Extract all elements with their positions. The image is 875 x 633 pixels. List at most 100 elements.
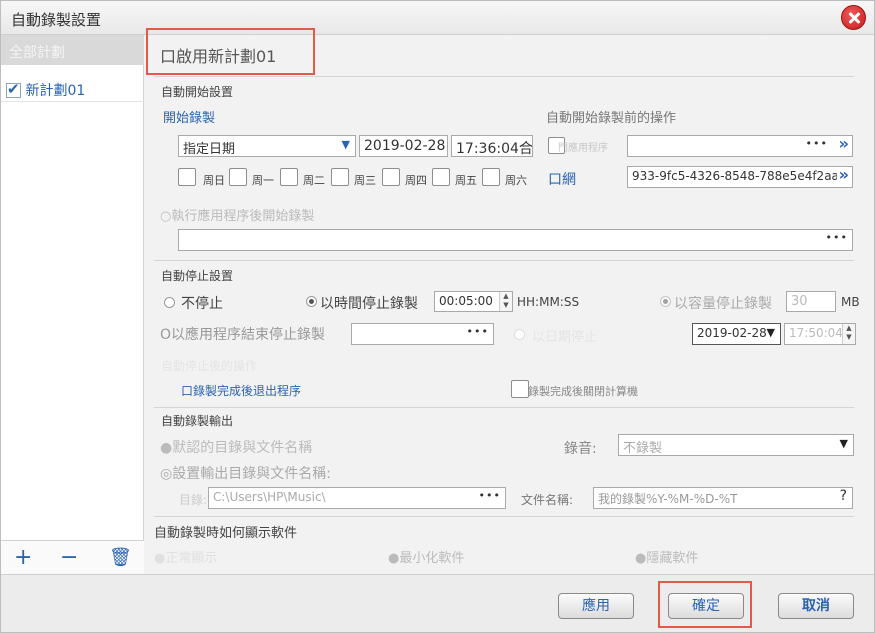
divider: [154, 76, 854, 77]
weekday-checkbox-mon[interactable]: [229, 168, 247, 186]
stop-date-field[interactable]: 2019-02-28 ▼: [692, 323, 781, 345]
weekday-label: 周五: [455, 174, 477, 187]
dir-label: 目錄:: [179, 493, 208, 507]
stop-by-time-label: 以時間停止錄製: [320, 296, 418, 312]
no-stop-radio[interactable]: [164, 297, 175, 308]
duration-field[interactable]: 00:05:00 ▲ ▼: [434, 291, 513, 312]
settings-panel: 口啟用新計劃01 自動開始設置 開始錄製 自動開始錄製前的操作 指定日期 ▼ 2…: [144, 35, 874, 574]
close-icon[interactable]: [841, 5, 866, 30]
no-stop-label: 不停止: [181, 296, 223, 312]
divider: [154, 407, 854, 408]
chevron-down-icon: ▼: [341, 138, 350, 151]
stop-time-value: 17:50:04: [789, 326, 843, 340]
weekday-checkbox-sat[interactable]: [482, 168, 500, 186]
display-minimize-radio[interactable]: ●最小化軟件: [388, 547, 464, 566]
dir-field[interactable]: C:\Users\HP\Music\ •••: [208, 487, 506, 509]
stop-app-path-field[interactable]: •••: [351, 323, 494, 345]
remove-icon[interactable]: −: [60, 545, 78, 571]
weekday-checkbox-thu[interactable]: [382, 168, 400, 186]
pre-action-label: 自動開始錄製前的操作: [546, 111, 677, 126]
app-label: 門應用程序: [558, 143, 608, 154]
stop-by-date-label: 以日期停止: [532, 330, 598, 345]
browse-dots-icon[interactable]: •••: [467, 325, 489, 338]
size-field[interactable]: 30: [786, 291, 836, 312]
stop-by-date-radio[interactable]: [514, 329, 525, 340]
dir-value: C:\Users\HP\Music\: [213, 490, 326, 504]
double-chevron-right-icon[interactable]: »: [839, 136, 849, 153]
after-stop-label: 自動停止後的操作: [161, 359, 258, 373]
display-section-title: 自動錄製時如何顯示軟件: [154, 526, 298, 541]
cancel-button[interactable]: 取消: [778, 593, 854, 619]
stop-date-value: 2019-02-28: [697, 326, 767, 340]
browse-dots-icon[interactable]: •••: [479, 489, 501, 502]
duration-value: 00:05:00: [439, 294, 493, 308]
output-section-title: 自動錄製輸出: [161, 414, 234, 428]
sidebar-footer: + − 🗑: [1, 540, 144, 574]
size-unit: MB: [841, 295, 860, 309]
weekday-label: 周三: [354, 174, 376, 187]
stop-time-field[interactable]: 17:50:04 ▲ ▼: [784, 323, 856, 345]
custom-name-radio[interactable]: ◎設置輸出目錄與文件名稱:: [160, 463, 331, 483]
start-mode-select[interactable]: 指定日期 ▼: [178, 135, 356, 157]
app-path-field[interactable]: ••• »: [627, 135, 853, 157]
web-value-field[interactable]: 933-9fc5-4326-8548-788e5e4f2aa2 »: [627, 166, 853, 188]
apply-button[interactable]: 應用: [558, 593, 634, 619]
plan-checkbox[interactable]: [6, 80, 21, 98]
weekday-label: 周四: [405, 174, 427, 187]
stop-by-app-label[interactable]: O以應用程序結束停止錄製: [160, 324, 325, 344]
audio-label: 錄音:: [564, 441, 597, 457]
dialog-window: 自動錄製設置 全部計劃 新計劃01 + − 🗑 口啟用新計劃01 自動開始設置 …: [0, 0, 875, 633]
web-checkbox[interactable]: 口網: [548, 169, 576, 189]
run-app-path-field[interactable]: •••: [178, 229, 853, 251]
divider: [154, 516, 854, 517]
shutdown-checkbox[interactable]: [511, 380, 529, 398]
filename-field[interactable]: 我的錄製%Y-%M-%D-%T ?: [593, 487, 853, 509]
highlight-frame: [146, 28, 315, 75]
weekday-checkbox-fri[interactable]: [432, 168, 450, 186]
stop-by-time-radio[interactable]: [306, 296, 317, 307]
browse-dots-icon[interactable]: •••: [806, 137, 828, 150]
stop-section-title: 自動停止設置: [161, 269, 234, 283]
weekday-label: 周一: [252, 174, 274, 187]
weekday-checkbox-wed[interactable]: [331, 168, 349, 186]
display-hide-radio[interactable]: ●隱藏軟件: [635, 547, 698, 566]
start-time-suffix: 合: [518, 141, 533, 157]
sidebar-item-plan[interactable]: 新計劃01: [1, 75, 144, 102]
highlight-frame: [658, 581, 752, 628]
stop-by-size-radio[interactable]: [660, 296, 671, 307]
trash-icon[interactable]: 🗑: [109, 545, 132, 571]
spinner-icon[interactable]: ▲ ▼: [842, 324, 855, 344]
audio-value: 不錄製: [623, 441, 663, 456]
double-chevron-right-icon[interactable]: »: [836, 167, 849, 184]
chevron-down-icon: ▼: [766, 326, 775, 339]
window-title: 自動錄製設置: [11, 11, 102, 29]
divider: [154, 260, 854, 261]
chevron-down-icon: ▼: [839, 437, 848, 450]
web-value: 933-9fc5-4326-8548-788e5e4f2aa2: [632, 169, 847, 183]
sidebar-header: 全部計劃: [1, 35, 144, 65]
run-app-radio[interactable]: ○執行應用程序後開始錄製: [160, 205, 314, 224]
exit-app-checkbox[interactable]: 口錄製完成後退出程序: [181, 382, 301, 399]
start-section-title: 自動開始設置: [161, 85, 234, 99]
start-time-field[interactable]: 17:36:04合: [451, 135, 533, 157]
spinner-icon[interactable]: ▲ ▼: [499, 292, 512, 311]
help-icon[interactable]: ?: [840, 488, 848, 504]
weekday-label: 周六: [505, 174, 527, 187]
start-date-field[interactable]: 2019-02-28: [359, 135, 448, 157]
shutdown-label: 錄製完成後關閉計算機: [528, 385, 638, 398]
browse-dots-icon[interactable]: •••: [826, 231, 848, 244]
weekday-checkbox-tue[interactable]: [280, 168, 298, 186]
default-name-radio[interactable]: ●默認的目錄與文件名稱: [160, 437, 312, 457]
weekday-label: 周二: [303, 174, 325, 187]
start-time-value: 17:36:04: [456, 141, 519, 157]
audio-select[interactable]: 不錄製 ▼: [618, 434, 854, 456]
add-icon[interactable]: +: [14, 545, 32, 571]
filename-label: 文件名稱:: [521, 493, 574, 507]
display-normal-radio[interactable]: ●正常顯示: [154, 547, 217, 566]
weekday-label: 周日: [203, 174, 225, 187]
start-record-label: 開始錄製: [163, 111, 216, 126]
filename-value: 我的錄製%Y-%M-%D-%T: [598, 492, 738, 506]
start-mode-value: 指定日期: [183, 142, 236, 157]
sidebar-item-label: 新計劃01: [25, 83, 86, 99]
weekday-checkbox-sun[interactable]: [178, 168, 196, 186]
